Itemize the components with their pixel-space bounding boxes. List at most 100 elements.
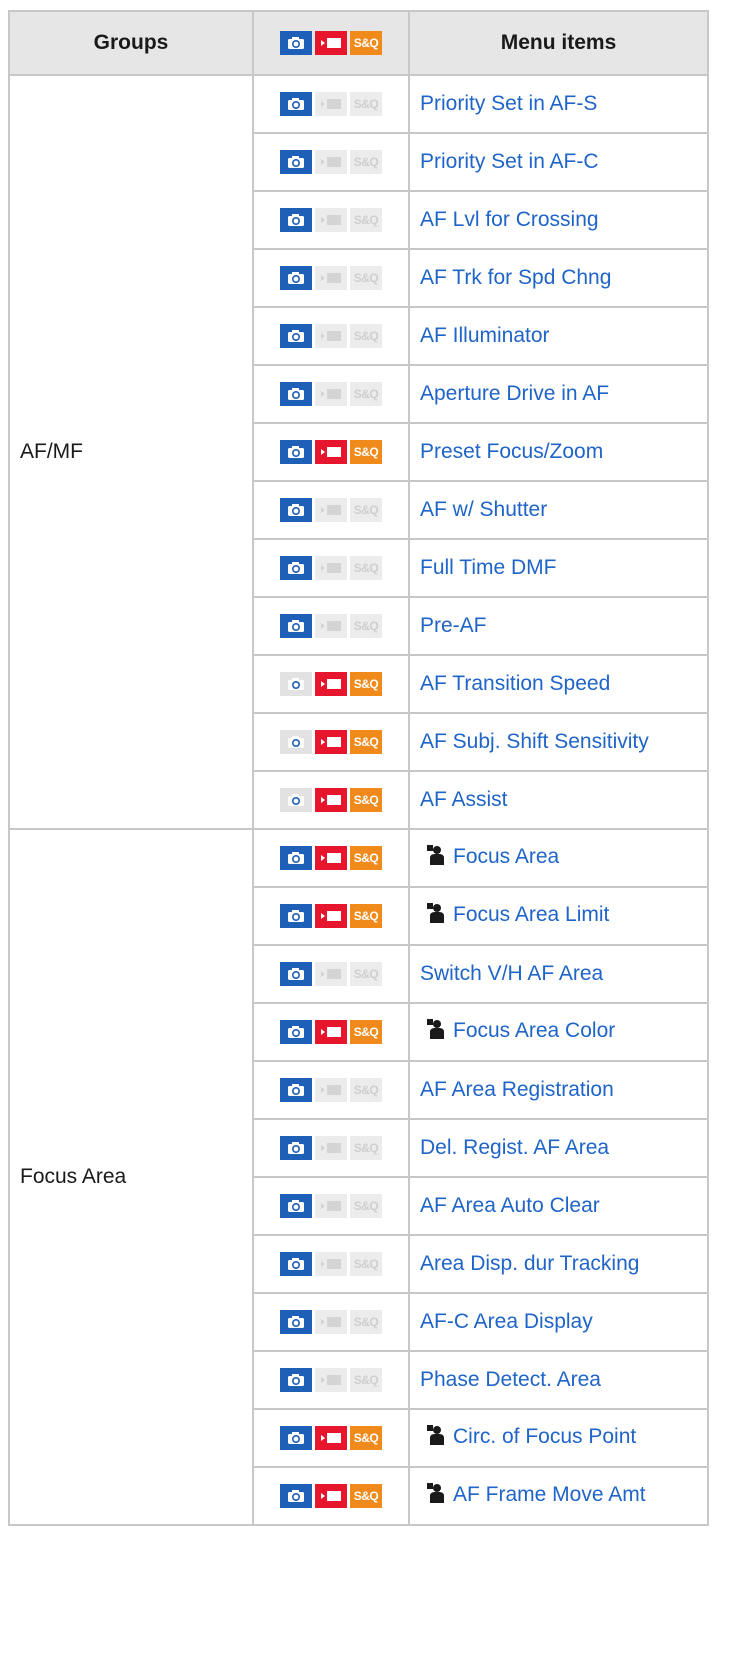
menu-item-cell: Aperture Drive in AF [408,364,709,424]
s-and-q-icon: S&Q [350,324,382,348]
menu-item-link[interactable]: AF Transition Speed [420,672,610,695]
menu-item-link[interactable]: Aperture Drive in AF [420,382,609,405]
photo-icon [280,382,312,406]
menu-item-label: AF Area Auto Clear [420,1194,600,1217]
photo-icon [280,1484,312,1508]
menu-item-link[interactable]: AF Trk for Spd Chng [420,266,611,289]
s-and-q-icon: S&Q [350,266,382,290]
menu-item-cell: Priority Set in AF-S [408,74,709,134]
still-movie-shared-icon [426,1018,446,1046]
photo-icon [280,1310,312,1334]
movie-icon [315,31,347,55]
s-and-q-icon: S&Q [350,1368,382,1392]
movie-icon [315,672,347,696]
menu-item-cell: Focus Area [408,828,709,888]
menu-item-link[interactable]: Area Disp. dur Tracking [420,1252,639,1275]
s-and-q-icon: S&Q [350,904,382,928]
menu-item-link[interactable]: Focus Area Color [420,1019,615,1042]
movie-icon [315,1136,347,1160]
menu-item-link[interactable]: AF w/ Shutter [420,498,547,521]
menu-item-cell: AF Area Registration [408,1060,709,1120]
menu-item-link[interactable]: Phase Detect. Area [420,1368,601,1391]
mode-icons-cell: S&Q [252,480,410,540]
still-movie-shared-icon [426,844,446,872]
menu-item-label: AF Illuminator [420,324,550,347]
menu-item-link[interactable]: Focus Area [420,845,559,868]
s-and-q-icon: S&Q [350,92,382,116]
movie-icon [315,1020,347,1044]
s-and-q-icon: S&Q [350,1310,382,1334]
photo-icon [280,1136,312,1160]
menu-item-link[interactable]: AF Area Registration [420,1078,614,1101]
photo-icon [280,1020,312,1044]
mode-icons-cell: S&Q [252,132,410,192]
menu-item-link[interactable]: AF Subj. Shift Sensitivity [420,730,649,753]
still-movie-shared-icon [426,1482,446,1510]
menu-item-cell: AF-C Area Display [408,1292,709,1352]
menu-item-label: Preset Focus/Zoom [420,440,604,463]
menu-item-label: AF w/ Shutter [420,498,548,521]
movie-icon [315,730,347,754]
menu-item-cell: Priority Set in AF-C [408,132,709,192]
photo-icon [280,846,312,870]
mode-icons-cell: S&Q [252,886,410,946]
menu-item-cell: Phase Detect. Area [408,1350,709,1410]
s-and-q-icon: S&Q [350,730,382,754]
menu-item-link[interactable]: Full Time DMF [420,556,557,579]
menu-item-link[interactable]: AF Assist [420,788,508,811]
menu-item-label: Focus Area [453,845,560,868]
photo-icon [280,1426,312,1450]
menu-item-link[interactable]: Switch V/H AF Area [420,962,603,985]
menu-item-label: Switch V/H AF Area [420,962,604,985]
menu-item-cell: AF Frame Move Amt [408,1466,709,1526]
movie-icon [315,1194,347,1218]
menu-item-label: AF Assist [420,788,508,811]
menu-item-link[interactable]: Pre-AF [420,614,487,637]
movie-icon [315,150,347,174]
photo-icon [280,730,312,754]
table-row: AF/MF S&Q Priority Set in AF-S [8,74,709,830]
menu-item-label: AF Subj. Shift Sensitivity [420,730,649,753]
photo-icon [280,498,312,522]
menu-item-link[interactable]: AF-C Area Display [420,1310,593,1333]
s-and-q-icon: S&Q [350,1020,382,1044]
menu-item-cell: Pre-AF [408,596,709,656]
photo-icon [280,556,312,580]
menu-item-cell: AF Subj. Shift Sensitivity [408,712,709,772]
mode-icons-cell: S&Q [252,1292,410,1352]
menu-item-link[interactable]: AF Illuminator [420,324,550,347]
mode-icons-cell: S&Q [252,944,410,1004]
movie-icon [315,962,347,986]
menu-item-label: Pre-AF [420,614,487,637]
menu-item-link[interactable]: AF Frame Move Amt [420,1483,646,1506]
s-and-q-icon: S&Q [350,1136,382,1160]
mode-icons-cell: S&Q [252,1234,410,1294]
menu-item-link[interactable]: AF Lvl for Crossing [420,208,599,231]
menu-item-link[interactable]: Preset Focus/Zoom [420,440,603,463]
mode-icons-cell: S&Q [252,538,410,598]
menu-item-link[interactable]: Focus Area Limit [420,903,609,926]
menu-item-link[interactable]: AF Area Auto Clear [420,1194,600,1217]
mode-icons-cell: S&Q [252,770,410,830]
menu-item-link[interactable]: Priority Set in AF-S [420,92,597,115]
mode-icons-cell: S&Q [252,828,410,888]
menu-item-cell: Switch V/H AF Area [408,944,709,1004]
menu-item-label: Focus Area Limit [453,903,610,926]
photo-icon [280,1252,312,1276]
menu-item-cell: Circ. of Focus Point [408,1408,709,1468]
menu-item-link[interactable]: Del. Regist. AF Area [420,1136,609,1159]
movie-icon [315,208,347,232]
photo-icon [280,92,312,116]
groups-header: Groups [8,10,254,76]
photo-icon [280,440,312,464]
s-and-q-icon: S&Q [350,846,382,870]
menu-item-link[interactable]: Priority Set in AF-C [420,150,599,173]
menu-item-cell: Focus Area Limit [408,886,709,946]
still-movie-shared-icon [426,902,446,930]
still-movie-shared-icon [426,1424,446,1452]
menu-item-link[interactable]: Circ. of Focus Point [420,1425,636,1448]
menu-item-cell: Focus Area Color [408,1002,709,1062]
photo-icon [280,1194,312,1218]
s-and-q-icon: S&Q [350,556,382,580]
movie-icon [315,904,347,928]
